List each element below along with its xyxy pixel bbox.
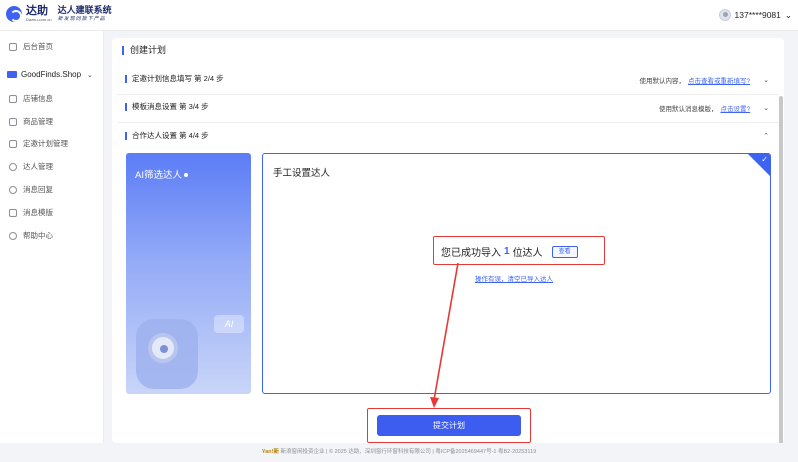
section-template[interactable]: 模板消息设置 第 3/4 步 使用默认消息模版， 点击设置? ⌄ [117, 103, 779, 123]
section-title: 模板消息设置 第 3/4 步 [125, 103, 209, 111]
sidebar-item-messages[interactable]: 消息回复 [9, 184, 53, 195]
section-hint: 使用默认消息模版， [659, 106, 718, 113]
sidebar-item-label: 商品管理 [23, 117, 53, 126]
avatar [718, 9, 731, 21]
sidebar-item-store[interactable]: 店铺信息 [9, 93, 53, 104]
product-title: 达人建联系统 [57, 5, 112, 15]
view-button[interactable]: 查看 [551, 245, 578, 258]
store-icon [9, 94, 17, 103]
chevron-down-icon: ⌄ [784, 9, 792, 20]
import-prefix: 您已成功导入 [441, 248, 501, 259]
chevron-down-icon: ⌄ [87, 71, 93, 79]
check-icon: ✓ [761, 155, 768, 164]
submit-highlight: 提交计划 [367, 408, 531, 443]
sidebar-item-label: 后台首页 [23, 42, 53, 51]
home-icon [9, 42, 17, 51]
sidebar-item-templates[interactable]: 消息模版 [9, 207, 53, 218]
footer-text: 新浪窗闲投资企业 | © 2025 达助、深圳窗行环窗科技有限公司 | 粤ICP… [280, 449, 537, 455]
sidebar-item-goods[interactable]: 商品管理 [9, 116, 53, 127]
robot-eye-icon [148, 333, 178, 363]
import-status-highlight: 您已成功导入 1 位达人 查看 [433, 236, 605, 265]
sidebar-item-plan[interactable]: 定邀计划管理 [9, 138, 68, 149]
manual-panel-title: 手工设置达人 [273, 168, 331, 179]
import-suffix: 位达人 [512, 248, 543, 259]
sidebar-item-help[interactable]: 帮助中心 [9, 230, 53, 241]
shop-icon [7, 71, 17, 78]
ai-tag: AI [214, 315, 244, 333]
scrollbar[interactable] [779, 96, 783, 446]
user-menu[interactable]: 137****9081 ⌄ [718, 9, 792, 21]
ai-select-panel[interactable]: AI筛选达人 AI [126, 153, 251, 394]
product-slogan: 新发现同旗下产品 [57, 16, 106, 22]
section-hint: 使用默认内容， [639, 78, 686, 85]
section-influencers[interactable]: 合作达人设置 第 4/4 步 ⌃ [117, 132, 779, 152]
logo-main-text: 达助 [26, 4, 48, 17]
shop-name: GoodFinds.Shop [21, 70, 82, 79]
section-plan-info[interactable]: 定邀计划信息填写 第 2/4 步 使用默认内容， 点击查看或重新填写? ⌄ [117, 75, 779, 95]
chevron-up-icon[interactable]: ⌃ [763, 132, 769, 140]
sidebar-item-label: 达人管理 [23, 162, 53, 171]
sidebar-item-users[interactable]: 达人管理 [9, 161, 53, 172]
sidebar-item-label: 店铺信息 [23, 94, 53, 103]
submit-plan-button[interactable]: 提交计划 [377, 415, 521, 436]
footer-brand: Yan!新 [261, 449, 279, 455]
import-count: 1 [504, 246, 510, 257]
sidebar: 后台首页 GoodFinds.Shop ⌄ 店铺信息 商品管理 定邀计划管理 达… [0, 31, 104, 443]
set-template-link[interactable]: 点击设置? [721, 103, 751, 113]
section-title: 定邀计划信息填写 第 2/4 步 [125, 75, 224, 83]
main-content: 创建计划 定邀计划信息填写 第 2/4 步 使用默认内容， 点击查看或重新填写?… [112, 38, 784, 446]
sidebar-item-label: 消息模版 [23, 208, 53, 217]
manual-select-panel[interactable]: 手工设置达人 ✓ 您已成功导入 1 位达人 查看 操作有误，清空已导入达人 [262, 153, 771, 394]
template-icon [9, 208, 17, 217]
sidebar-item-home[interactable]: 后台首页 [9, 41, 53, 52]
top-bar: 达助 Dazhu.com.cn 达人建联系统 新发现同旗下产品 137****9… [0, 0, 798, 31]
edit-plan-info-link[interactable]: 点击查看或重新填写? [688, 75, 750, 85]
chevron-down-icon[interactable]: ⌄ [763, 76, 769, 84]
user-phone: 137****9081 [734, 10, 781, 20]
ai-panel-title: AI筛选达人 [135, 170, 182, 181]
sidebar-item-label: 消息回复 [23, 185, 53, 194]
plan-icon [9, 139, 17, 148]
user-icon [9, 162, 17, 171]
footer: Yan!新 新浪窗闲投资企业 | © 2025 达助、深圳窗行环窗科技有限公司 … [0, 443, 798, 462]
sidebar-item-label: 帮助中心 [23, 231, 53, 240]
page-title: 创建计划 [122, 46, 166, 55]
logo-sub-text: Dazhu.com.cn [26, 16, 52, 22]
shop-selector[interactable]: GoodFinds.Shop ⌄ [7, 70, 93, 79]
help-icon [9, 231, 17, 240]
sidebar-item-label: 定邀计划管理 [23, 139, 68, 148]
goods-icon [9, 117, 17, 126]
clear-imported-link[interactable]: 操作有误，清空已导入达人 [475, 273, 553, 283]
info-icon [183, 173, 188, 178]
section-title: 合作达人设置 第 4/4 步 [125, 132, 209, 140]
chevron-down-icon[interactable]: ⌄ [763, 104, 769, 112]
logo[interactable]: 达助 Dazhu.com.cn 达人建联系统 新发现同旗下产品 [6, 5, 112, 23]
robot-illustration: AI [136, 301, 244, 389]
message-icon [9, 185, 17, 194]
logo-icon [6, 6, 22, 22]
